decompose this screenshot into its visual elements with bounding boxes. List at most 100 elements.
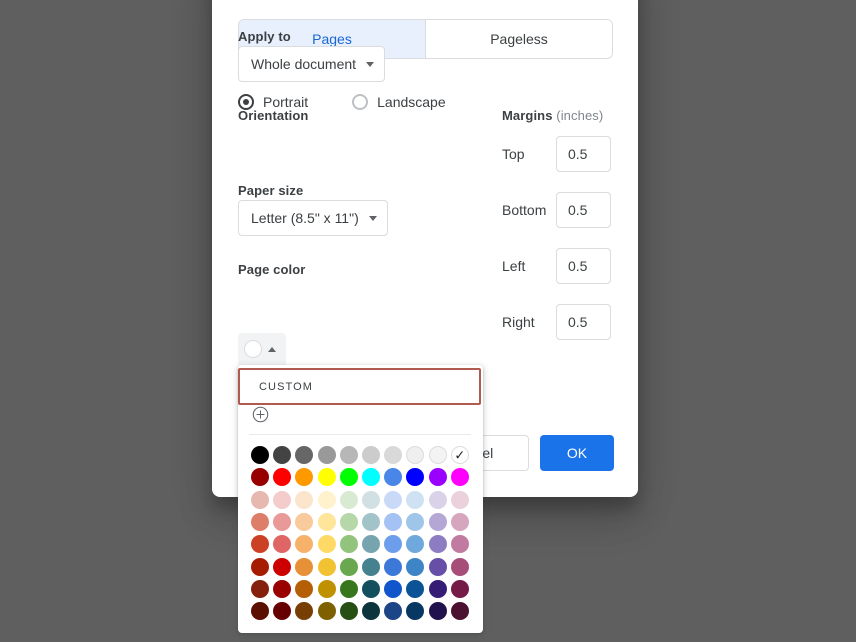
color-swatch[interactable] <box>271 578 293 600</box>
color-swatch[interactable] <box>293 511 315 533</box>
color-swatch[interactable] <box>316 489 338 511</box>
color-swatch[interactable] <box>293 444 315 466</box>
page-color-button[interactable] <box>238 333 286 365</box>
color-swatch[interactable] <box>360 444 382 466</box>
color-swatch[interactable] <box>382 511 404 533</box>
color-swatch[interactable] <box>249 578 271 600</box>
color-swatch[interactable] <box>271 444 293 466</box>
color-swatch[interactable] <box>449 511 471 533</box>
color-swatch[interactable] <box>404 489 426 511</box>
color-swatch[interactable] <box>360 578 382 600</box>
color-swatch[interactable] <box>382 600 404 622</box>
color-swatch[interactable] <box>382 533 404 555</box>
color-swatch[interactable] <box>293 489 315 511</box>
color-swatch[interactable] <box>427 511 449 533</box>
color-swatch[interactable] <box>249 555 271 577</box>
color-swatch[interactable] <box>316 466 338 488</box>
color-swatch[interactable]: ✓ <box>449 444 471 466</box>
color-swatch[interactable] <box>338 511 360 533</box>
color-swatch[interactable] <box>360 533 382 555</box>
color-swatch[interactable] <box>427 444 449 466</box>
color-swatch[interactable] <box>404 511 426 533</box>
color-swatch[interactable] <box>293 578 315 600</box>
plus-circle-icon[interactable] <box>252 406 269 423</box>
color-swatch[interactable] <box>293 533 315 555</box>
color-swatch[interactable] <box>271 600 293 622</box>
color-swatch[interactable] <box>382 466 404 488</box>
color-swatch[interactable] <box>316 511 338 533</box>
color-swatch[interactable] <box>293 600 315 622</box>
color-swatch-fill <box>362 468 381 487</box>
color-swatch[interactable] <box>271 466 293 488</box>
color-swatch[interactable] <box>360 555 382 577</box>
color-swatch[interactable] <box>271 489 293 511</box>
paper-size-dropdown[interactable]: Letter (8.5" x 11") <box>238 200 388 236</box>
color-swatch[interactable] <box>316 555 338 577</box>
color-swatch[interactable] <box>449 466 471 488</box>
color-swatch[interactable] <box>360 489 382 511</box>
custom-color-section[interactable]: CUSTOM <box>238 368 481 405</box>
color-swatch[interactable] <box>360 600 382 622</box>
color-swatch[interactable] <box>427 578 449 600</box>
color-swatch[interactable] <box>338 533 360 555</box>
color-swatch[interactable] <box>316 444 338 466</box>
color-swatch[interactable] <box>338 555 360 577</box>
color-swatch[interactable] <box>427 555 449 577</box>
color-swatch[interactable] <box>249 600 271 622</box>
color-swatch[interactable] <box>449 489 471 511</box>
margin-top-input[interactable] <box>556 136 611 172</box>
color-swatch[interactable] <box>338 578 360 600</box>
color-swatch[interactable] <box>449 578 471 600</box>
color-swatch[interactable] <box>382 578 404 600</box>
color-swatch[interactable] <box>404 466 426 488</box>
color-swatch[interactable] <box>427 533 449 555</box>
color-swatch[interactable] <box>404 533 426 555</box>
radio-portrait[interactable]: Portrait <box>238 94 308 110</box>
apply-to-dropdown[interactable]: Whole document <box>238 46 386 82</box>
color-swatch[interactable] <box>427 466 449 488</box>
color-swatch[interactable] <box>271 511 293 533</box>
color-swatch[interactable] <box>404 578 426 600</box>
radio-landscape[interactable]: Landscape <box>352 94 446 110</box>
color-swatch[interactable] <box>427 600 449 622</box>
color-swatch[interactable] <box>404 555 426 577</box>
color-swatch[interactable] <box>338 600 360 622</box>
color-swatch[interactable] <box>271 533 293 555</box>
margin-left-input[interactable] <box>556 248 611 284</box>
color-swatch-fill <box>317 446 336 465</box>
color-swatch[interactable] <box>249 511 271 533</box>
color-swatch[interactable] <box>249 466 271 488</box>
margin-right-input[interactable] <box>556 304 611 340</box>
color-swatch[interactable] <box>293 466 315 488</box>
color-swatch[interactable] <box>316 600 338 622</box>
color-swatch[interactable] <box>316 578 338 600</box>
color-swatch[interactable] <box>249 533 271 555</box>
color-swatch[interactable] <box>449 600 471 622</box>
color-swatch[interactable] <box>382 489 404 511</box>
color-swatch[interactable] <box>382 555 404 577</box>
color-swatch[interactable] <box>338 489 360 511</box>
color-swatch[interactable] <box>404 600 426 622</box>
color-swatch[interactable] <box>382 444 404 466</box>
color-swatch-fill <box>406 557 425 576</box>
color-swatch[interactable] <box>249 489 271 511</box>
margin-bottom-input[interactable] <box>556 192 611 228</box>
apply-to-label: Apply to <box>238 29 291 44</box>
color-swatch[interactable] <box>293 555 315 577</box>
color-swatch[interactable] <box>338 466 360 488</box>
color-swatch[interactable] <box>427 489 449 511</box>
color-swatch-fill <box>317 535 336 554</box>
color-swatch[interactable] <box>449 533 471 555</box>
color-swatch[interactable] <box>316 533 338 555</box>
color-swatch-fill <box>295 602 314 621</box>
color-swatch[interactable] <box>404 444 426 466</box>
color-swatch[interactable] <box>249 444 271 466</box>
tab-pageless[interactable]: Pageless <box>426 20 612 58</box>
color-swatch[interactable] <box>360 511 382 533</box>
color-swatch[interactable] <box>449 555 471 577</box>
ok-button[interactable]: OK <box>540 435 614 471</box>
color-swatch[interactable] <box>271 555 293 577</box>
margin-bottom-label: Bottom <box>502 202 547 218</box>
color-swatch[interactable] <box>338 444 360 466</box>
color-swatch[interactable] <box>360 466 382 488</box>
